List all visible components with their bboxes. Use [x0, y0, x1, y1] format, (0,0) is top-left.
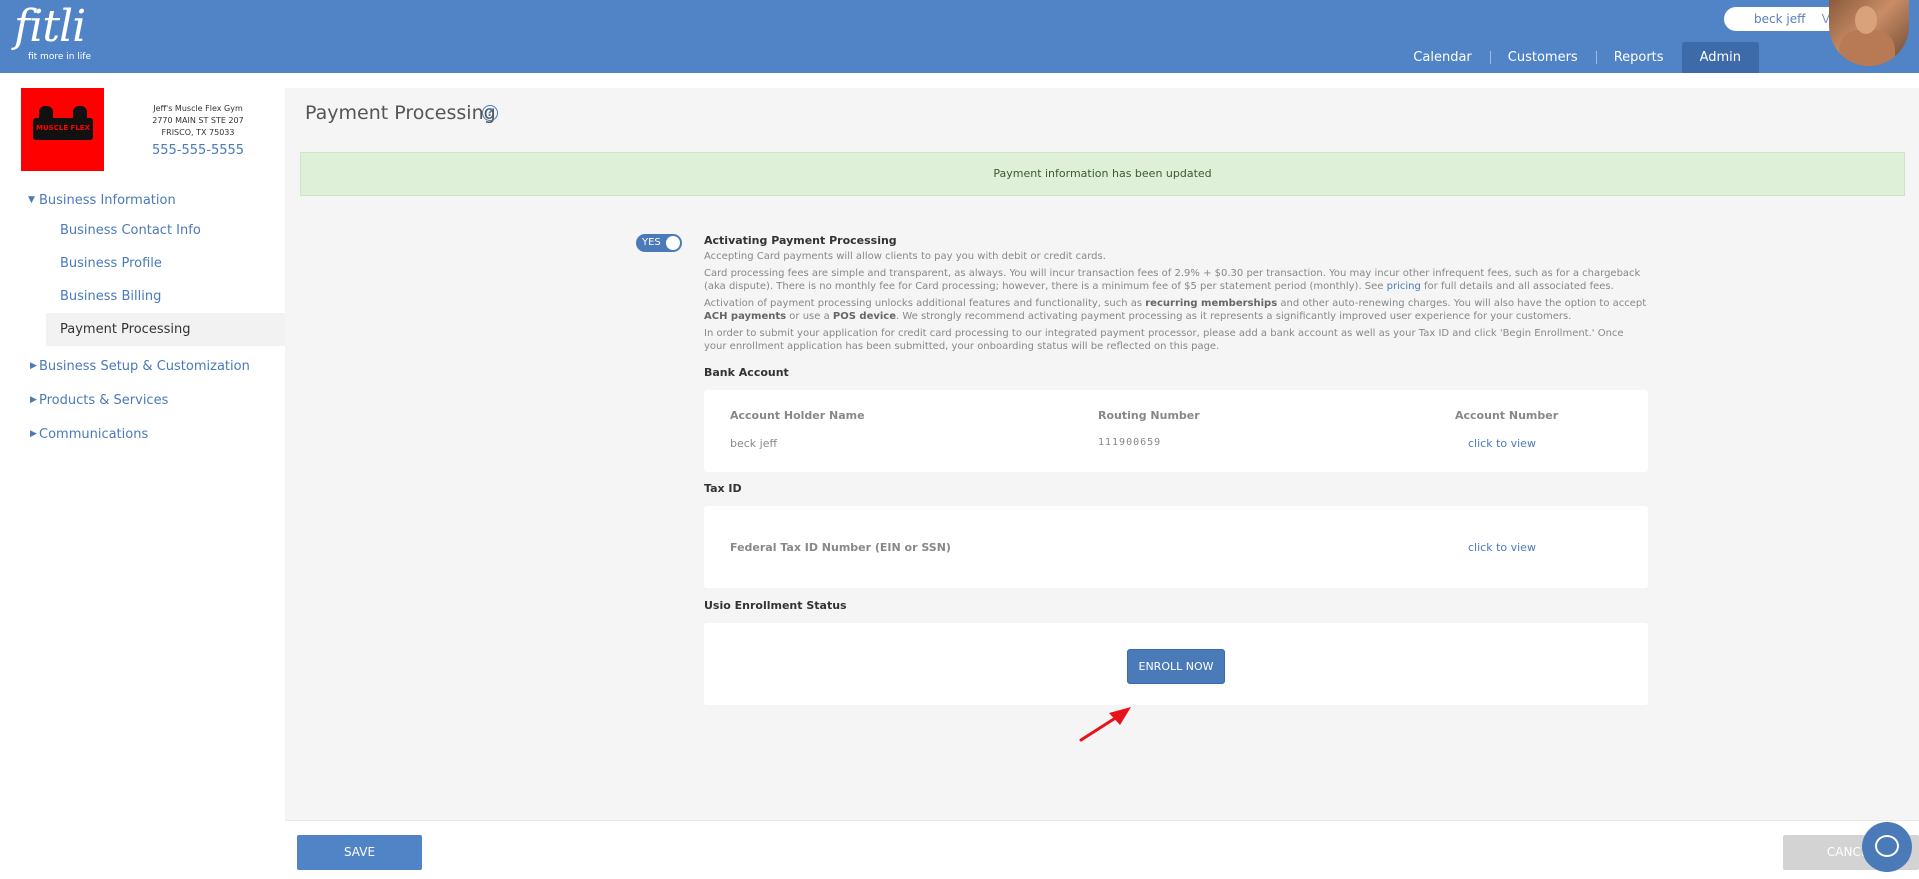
col-header-account: Account Number [1455, 409, 1559, 422]
payment-processing-toggle[interactable]: YES [636, 234, 682, 252]
features-bold: POS device [832, 311, 897, 322]
menu-item-business-billing[interactable]: Business Billing [0, 280, 285, 313]
logo-tagline: fit more in life [28, 52, 92, 62]
save-button[interactable]: SAVE [297, 835, 422, 870]
features-text: . We strongly recommend activating payme… [896, 311, 1572, 322]
gym-logo: MUSCLE FLEX [21, 88, 104, 171]
main-nav: Calendar Customers Reports Admin [1395, 42, 1759, 73]
activating-title: Activating Payment Processing [704, 234, 897, 247]
fitli-logo[interactable]: fitli fit more in life [14, 1, 91, 63]
features-bold: recurring memberships [1145, 298, 1278, 309]
caret-down-icon: ▼ [28, 195, 35, 205]
pricing-link[interactable]: pricing [1387, 281, 1421, 292]
features-bold: ACH payments [704, 311, 787, 322]
nav-reports[interactable]: Reports [1595, 42, 1682, 73]
payment-processing-section: Activating Payment Processing Accepting … [704, 234, 1648, 705]
features-text: and other auto-renewing charges. You wil… [1277, 298, 1647, 309]
routing-number-value: 111900659 [1098, 437, 1162, 448]
chat-icon [1875, 835, 1899, 857]
nav-calendar[interactable]: Calendar [1395, 42, 1489, 73]
features-text: Activation of payment processing unlocks… [704, 298, 1146, 309]
features-text: or use a [786, 311, 833, 322]
gym-name: Jeff's Muscle Flex Gym [153, 104, 243, 113]
success-alert: Payment information has been updated [300, 152, 1905, 196]
user-name: beck jeff [1754, 12, 1806, 26]
tax-id-title: Tax ID [704, 482, 742, 495]
enrollment-status-card: ENROLL NOW [704, 623, 1648, 705]
menu-group-products-services[interactable]: ▶ Products & Services [0, 387, 285, 414]
gym-address-line1: 2770 MAIN ST STE 207 [152, 116, 244, 125]
menu-item-business-profile[interactable]: Business Profile [0, 247, 285, 280]
admin-menu: ▼ Business Information Business Contact … [0, 187, 285, 448]
caret-right-icon: ▶ [30, 361, 37, 371]
caret-right-icon: ▶ [30, 429, 37, 439]
nav-admin[interactable]: Admin [1681, 42, 1759, 73]
tax-id-card: Federal Tax ID Number (EIN or SSN) click… [704, 506, 1648, 588]
avatar-body-shape [1839, 30, 1895, 66]
menu-group-communications[interactable]: ▶ Communications [0, 421, 285, 448]
help-icon[interactable]: ? [482, 105, 498, 121]
menu-group-label: Business Information [39, 193, 176, 208]
tax-id-label: Federal Tax ID Number (EIN or SSN) [730, 541, 951, 554]
gym-logo-text: MUSCLE FLEX [36, 124, 90, 132]
enrollment-status-title: Usio Enrollment Status [704, 599, 847, 612]
fees-paragraph: Card processing fees are simple and tran… [704, 267, 1648, 293]
enroll-now-button[interactable]: ENROLL NOW [1127, 649, 1225, 684]
gym-phone: 555-555-5555 [151, 143, 245, 158]
arrow-shaft [1079, 715, 1119, 742]
col-header-holder: Account Holder Name [730, 409, 865, 422]
avatar-face-shape [1855, 6, 1877, 34]
menu-group-business-information[interactable]: ▼ Business Information [0, 187, 285, 214]
menu-group-label: Communications [39, 427, 149, 442]
bank-account-card: Account Holder Name Routing Number Accou… [704, 390, 1648, 472]
bank-account-title: Bank Account [704, 366, 789, 379]
gym-address-line2: FRISCO, TX 75033 [161, 128, 235, 137]
arrow-head [1109, 707, 1131, 725]
menu-item-business-contact-info[interactable]: Business Contact Info [0, 214, 285, 247]
caret-right-icon: ▶ [30, 395, 37, 405]
sidebar: MUSCLE FLEX Jeff's Muscle Flex Gym 2770 … [0, 73, 285, 879]
logo-wordmark: fitli [14, 1, 86, 52]
menu-group-label: Products & Services [39, 393, 169, 408]
user-menu-button[interactable]: beck jeff ⋁ [1724, 7, 1840, 31]
page-title: Payment Processing [305, 102, 496, 124]
footer-bar: SAVE CANCEL [285, 820, 1919, 879]
chat-button[interactable] [1862, 822, 1912, 872]
col-header-routing: Routing Number [1098, 409, 1200, 422]
account-number-view-link[interactable]: click to view [1468, 437, 1536, 450]
red-arrow-annotation [1079, 707, 1131, 742]
menu-group-label: Business Setup & Customization [39, 359, 250, 374]
top-header: fitli fit more in life beck jeff ⋁ Calen… [0, 0, 1919, 73]
enrollment-paragraph: In order to submit your application for … [704, 328, 1624, 352]
nav-customers[interactable]: Customers [1489, 42, 1596, 73]
tax-id-view-link[interactable]: click to view [1468, 541, 1536, 554]
gym-info: Jeff's Muscle Flex Gym 2770 MAIN ST STE … [125, 103, 271, 161]
account-holder-value: beck jeff [730, 437, 778, 450]
fees-text-end: for full details and all associated fees… [1420, 281, 1614, 292]
toggle-label: YES [642, 237, 661, 248]
avatar[interactable] [1829, 0, 1909, 66]
intro-paragraph: Accepting Card payments will allow clien… [704, 251, 1106, 262]
menu-group-business-setup[interactable]: ▶ Business Setup & Customization [0, 353, 285, 380]
features-paragraph: Activation of payment processing unlocks… [704, 297, 1648, 323]
menu-item-payment-processing[interactable]: Payment Processing [46, 313, 285, 346]
toggle-knob [666, 236, 680, 250]
